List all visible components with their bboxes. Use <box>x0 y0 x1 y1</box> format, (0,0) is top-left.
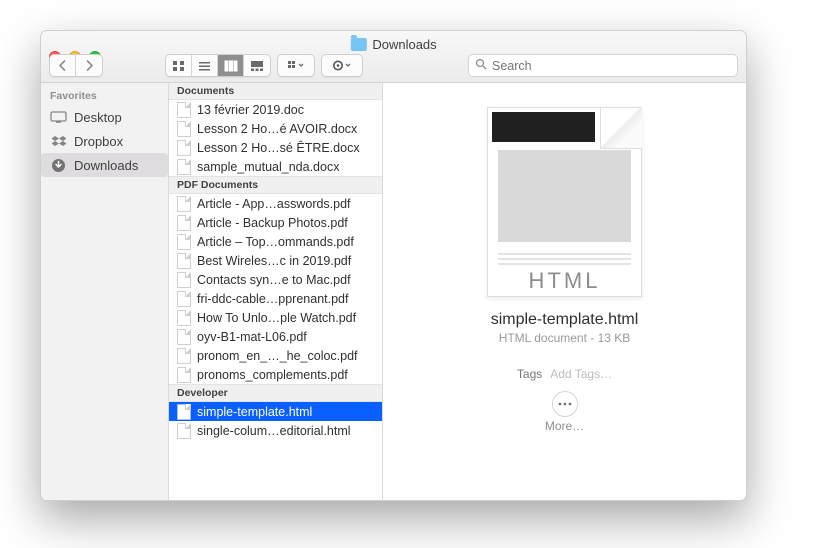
window-title-text: Downloads <box>372 37 436 52</box>
file-name: pronom_en_…_he_coloc.pdf <box>197 349 358 363</box>
tags-row: Tags Add Tags… <box>517 367 612 381</box>
toolbar <box>49 54 738 77</box>
favorites-label: Favorites <box>41 88 168 105</box>
search-icon <box>475 57 487 75</box>
sidebar-item-downloads[interactable]: Downloads <box>41 153 168 177</box>
view-gallery-button[interactable] <box>244 55 270 76</box>
sidebar-item-label: Dropbox <box>74 134 123 149</box>
file-row[interactable]: pronoms_complements.pdf <box>169 365 382 384</box>
file-name: simple-template.html <box>197 405 312 419</box>
file-icon <box>177 348 191 364</box>
file-name: 13 février 2019.doc <box>197 103 304 117</box>
preview-pane: HTML simple-template.html HTML document … <box>383 83 746 500</box>
view-mode-segment <box>165 54 271 77</box>
file-row[interactable]: sample_mutual_nda.docx <box>169 157 382 176</box>
file-icon <box>177 121 191 137</box>
view-list-button[interactable] <box>192 55 218 76</box>
file-row[interactable]: simple-template.html <box>169 402 382 421</box>
view-columns-button[interactable] <box>218 55 244 76</box>
dropbox-icon <box>50 134 67 148</box>
file-row[interactable]: How To Unlo…ple Watch.pdf <box>169 308 382 327</box>
more-label: More… <box>545 419 584 433</box>
file-row[interactable]: Article - Backup Photos.pdf <box>169 213 382 232</box>
action-dropdown[interactable] <box>321 54 363 77</box>
file-icon <box>177 310 191 326</box>
file-icon <box>177 291 191 307</box>
file-name: Article - Backup Photos.pdf <box>197 216 348 230</box>
file-name: Best Wireles…c in 2019.pdf <box>197 254 351 268</box>
file-name: pronoms_complements.pdf <box>197 368 348 382</box>
file-name: Article – Top…ommands.pdf <box>197 235 354 249</box>
desktop-icon <box>50 110 67 124</box>
file-row[interactable]: Contacts syn…e to Mac.pdf <box>169 270 382 289</box>
file-icon <box>177 423 191 439</box>
file-icon <box>177 253 191 269</box>
group-dropdown[interactable] <box>277 54 315 77</box>
file-row[interactable]: fri-ddc-cable…pprenant.pdf <box>169 289 382 308</box>
file-name: sample_mutual_nda.docx <box>197 160 339 174</box>
file-name: Lesson 2 Ho…é AVOIR.docx <box>197 122 357 136</box>
tags-label: Tags <box>517 367 542 381</box>
file-thumbnail: HTML <box>487 107 642 297</box>
sidebar-item-desktop[interactable]: Desktop <box>41 105 168 129</box>
back-button[interactable] <box>50 55 76 76</box>
file-icon <box>177 196 191 212</box>
sidebar-item-label: Desktop <box>74 110 122 125</box>
more-button[interactable] <box>552 391 578 417</box>
file-name: How To Unlo…ple Watch.pdf <box>197 311 356 325</box>
file-row[interactable]: Lesson 2 Ho…sé ÊTRE.docx <box>169 138 382 157</box>
file-row[interactable]: pronom_en_…_he_coloc.pdf <box>169 346 382 365</box>
file-icon <box>177 215 191 231</box>
file-name: single-colum…editorial.html <box>197 424 351 438</box>
folder-icon <box>350 38 366 51</box>
titlebar: Downloads <box>41 31 746 83</box>
file-row[interactable]: 13 février 2019.doc <box>169 100 382 119</box>
preview-subtitle: HTML document - 13 KB <box>499 331 631 345</box>
file-list-column: Documents 13 février 2019.doc Lesson 2 Ho…… <box>169 83 383 500</box>
forward-button[interactable] <box>76 55 102 76</box>
group-header: Developer <box>169 384 382 402</box>
preview-title: simple-template.html <box>491 311 639 329</box>
content-area: Favorites Desktop Dropbox Downloads <box>41 83 746 500</box>
finder-window: Downloads <box>40 30 747 501</box>
nav-segment <box>49 54 103 77</box>
sidebar-item-dropbox[interactable]: Dropbox <box>41 129 168 153</box>
sidebar-item-label: Downloads <box>74 158 138 173</box>
file-name: fri-ddc-cable…pprenant.pdf <box>197 292 348 306</box>
file-row[interactable]: oyv-B1-mat-L06.pdf <box>169 327 382 346</box>
tags-input[interactable]: Add Tags… <box>550 367 612 381</box>
search-field <box>468 54 738 77</box>
file-icon <box>177 159 191 175</box>
search-input[interactable] <box>492 59 731 73</box>
file-name: Article - App…asswords.pdf <box>197 197 351 211</box>
group-header: PDF Documents <box>169 176 382 194</box>
file-name: Lesson 2 Ho…sé ÊTRE.docx <box>197 141 360 155</box>
downloads-icon <box>50 158 67 172</box>
thumbnail-badge: HTML <box>488 268 641 294</box>
group-header: Documents <box>169 83 382 100</box>
file-icon <box>177 234 191 250</box>
file-row[interactable]: Best Wireles…c in 2019.pdf <box>169 251 382 270</box>
file-icon <box>177 140 191 156</box>
file-icon <box>177 367 191 383</box>
file-row[interactable]: Lesson 2 Ho…é AVOIR.docx <box>169 119 382 138</box>
file-icon <box>177 404 191 420</box>
sidebar: Favorites Desktop Dropbox Downloads <box>41 83 169 500</box>
file-row[interactable]: single-colum…editorial.html <box>169 421 382 440</box>
file-name: oyv-B1-mat-L06.pdf <box>197 330 307 344</box>
file-icon <box>177 102 191 118</box>
file-icon <box>177 272 191 288</box>
file-name: Contacts syn…e to Mac.pdf <box>197 273 351 287</box>
file-row[interactable]: Article – Top…ommands.pdf <box>169 232 382 251</box>
view-icons-button[interactable] <box>166 55 192 76</box>
window-title: Downloads <box>350 37 436 52</box>
file-row[interactable]: Article - App…asswords.pdf <box>169 194 382 213</box>
file-icon <box>177 329 191 345</box>
